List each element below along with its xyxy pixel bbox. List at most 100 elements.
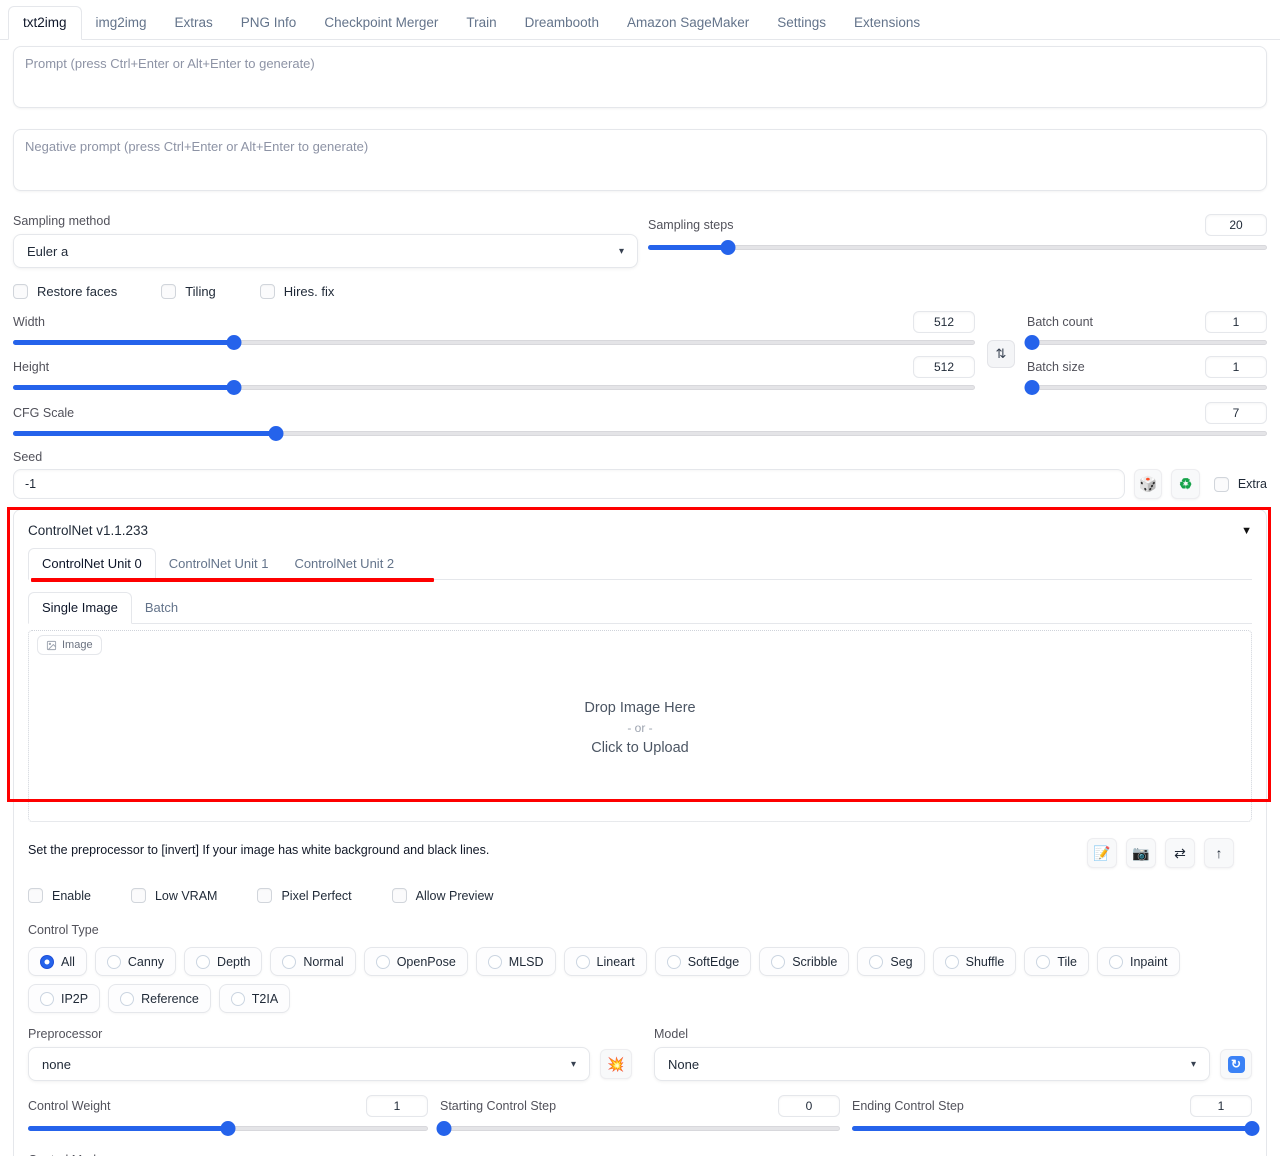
- controlnet-accordion-header[interactable]: ControlNet v1.1.233 ▼: [14, 510, 1266, 548]
- control-weight-slider[interactable]: [28, 1119, 428, 1137]
- webcam-button[interactable]: 📷: [1126, 838, 1156, 868]
- prompt-input[interactable]: [13, 46, 1267, 108]
- radio-icon: [40, 992, 54, 1006]
- batch-size-input[interactable]: 1: [1205, 356, 1267, 378]
- control-type-mlsd[interactable]: MLSD: [476, 947, 556, 976]
- tab-settings[interactable]: Settings: [763, 7, 840, 39]
- tab-checkpoint-merger[interactable]: Checkpoint Merger: [310, 7, 452, 39]
- tab-dreambooth[interactable]: Dreambooth: [511, 7, 613, 39]
- tab-png-info[interactable]: PNG Info: [227, 7, 311, 39]
- radio-icon: [576, 955, 590, 969]
- slider-thumb[interactable]: [1024, 335, 1039, 350]
- hires-fix-checkbox[interactable]: Hires. fix: [260, 284, 335, 299]
- model-select[interactable]: None ▾: [654, 1047, 1210, 1081]
- slider-thumb[interactable]: [1245, 1121, 1260, 1136]
- camera-icon: 📷: [1132, 845, 1149, 862]
- reuse-seed-button[interactable]: ♻: [1171, 469, 1199, 499]
- tab-batch[interactable]: Batch: [132, 593, 191, 623]
- starting-control-step-input[interactable]: 0: [778, 1095, 840, 1117]
- control-type-canny[interactable]: Canny: [95, 947, 176, 976]
- control-type-t2ia[interactable]: T2IA: [219, 984, 290, 1013]
- control-type-reference[interactable]: Reference: [108, 984, 211, 1013]
- control-type-softedge[interactable]: SoftEdge: [655, 947, 751, 976]
- low-vram-checkbox[interactable]: Low VRAM: [131, 888, 218, 903]
- swap-width-height-button[interactable]: ⇅: [987, 340, 1015, 368]
- control-type-seg[interactable]: Seg: [857, 947, 924, 976]
- tab-train[interactable]: Train: [452, 7, 510, 39]
- seed-label: Seed: [13, 450, 1267, 464]
- control-type-scribble[interactable]: Scribble: [759, 947, 849, 976]
- slider-thumb[interactable]: [721, 240, 736, 255]
- slider-thumb[interactable]: [227, 335, 242, 350]
- click-to-upload-text[interactable]: Click to Upload: [584, 738, 695, 760]
- slider-thumb[interactable]: [221, 1121, 236, 1136]
- tab-txt2img[interactable]: txt2img: [8, 6, 82, 40]
- tab-controlnet-unit-1[interactable]: ControlNet Unit 1: [156, 549, 282, 579]
- tab-controlnet-unit-0[interactable]: ControlNet Unit 0: [28, 548, 156, 580]
- ending-control-step-input[interactable]: 1: [1190, 1095, 1252, 1117]
- image-dropzone[interactable]: Image Drop Image Here - or - Click to Up…: [28, 630, 1252, 822]
- control-weight-input[interactable]: 1: [366, 1095, 428, 1117]
- cfg-scale-slider[interactable]: [13, 424, 1267, 442]
- negative-prompt-input[interactable]: [13, 129, 1267, 191]
- canvas-tools: 📝 📷 ⇄ ↑: [1087, 838, 1252, 868]
- batch-count-input[interactable]: 1: [1205, 311, 1267, 333]
- slider-thumb[interactable]: [227, 380, 242, 395]
- width-slider[interactable]: [13, 333, 975, 351]
- control-type-all[interactable]: All: [28, 947, 87, 976]
- tab-img2img[interactable]: img2img: [82, 7, 161, 39]
- radio-icon: [120, 992, 134, 1006]
- control-type-lineart[interactable]: Lineart: [564, 947, 647, 976]
- run-preprocessor-button[interactable]: 💥: [600, 1049, 632, 1079]
- tab-amazon-sagemaker[interactable]: Amazon SageMaker: [613, 7, 763, 39]
- sampling-method-select[interactable]: Euler a ▾: [13, 234, 638, 268]
- option-label: IP2P: [61, 992, 88, 1006]
- tab-controlnet-unit-2[interactable]: ControlNet Unit 2: [281, 549, 407, 579]
- batch-count-slider[interactable]: [1027, 333, 1267, 351]
- control-type-ip2p[interactable]: IP2P: [28, 984, 100, 1013]
- option-label: Lineart: [597, 955, 635, 969]
- batch-size-slider[interactable]: [1027, 378, 1267, 396]
- refresh-models-button[interactable]: ↻: [1220, 1049, 1252, 1079]
- control-type-openpose[interactable]: OpenPose: [364, 947, 468, 976]
- starting-control-step-slider[interactable]: [440, 1119, 840, 1137]
- enable-checkbox[interactable]: Enable: [28, 888, 91, 903]
- explosion-icon: 💥: [607, 1056, 624, 1073]
- slider-thumb[interactable]: [437, 1121, 452, 1136]
- send-dimensions-button[interactable]: ↑: [1204, 838, 1234, 868]
- slider-track: [1027, 340, 1267, 345]
- mirror-webcam-button[interactable]: ⇄: [1165, 838, 1195, 868]
- extra-seed-checkbox[interactable]: Extra: [1214, 477, 1267, 492]
- allow-preview-checkbox[interactable]: Allow Preview: [392, 888, 494, 903]
- random-seed-button[interactable]: 🎲: [1134, 469, 1162, 499]
- swap-arrows-icon: ⇅: [996, 346, 1007, 362]
- accordion-collapse-icon: ▼: [1241, 525, 1252, 537]
- sampling-steps-slider[interactable]: [648, 238, 1267, 256]
- restore-faces-checkbox[interactable]: Restore faces: [13, 284, 117, 299]
- checkbox-icon: [131, 888, 146, 903]
- tab-extensions[interactable]: Extensions: [840, 7, 934, 39]
- preprocessor-select[interactable]: none ▾: [28, 1047, 590, 1081]
- width-input[interactable]: 512: [913, 311, 975, 333]
- control-type-inpaint[interactable]: Inpaint: [1097, 947, 1180, 976]
- chevron-down-icon: ▾: [619, 246, 624, 257]
- sampling-steps-input[interactable]: 20: [1205, 214, 1267, 236]
- height-slider[interactable]: [13, 378, 975, 396]
- control-type-normal[interactable]: Normal: [270, 947, 355, 976]
- control-type-depth[interactable]: Depth: [184, 947, 262, 976]
- control-type-shuffle[interactable]: Shuffle: [933, 947, 1017, 976]
- control-type-tile[interactable]: Tile: [1024, 947, 1089, 976]
- pixel-perfect-checkbox[interactable]: Pixel Perfect: [257, 888, 351, 903]
- tiling-checkbox[interactable]: Tiling: [161, 284, 216, 299]
- seed-input[interactable]: -1: [13, 469, 1125, 499]
- radio-icon: [40, 955, 54, 969]
- radio-icon: [231, 992, 245, 1006]
- tab-extras[interactable]: Extras: [161, 7, 227, 39]
- tab-single-image[interactable]: Single Image: [28, 592, 132, 624]
- new-canvas-button[interactable]: 📝: [1087, 838, 1117, 868]
- height-input[interactable]: 512: [913, 356, 975, 378]
- slider-thumb[interactable]: [1024, 380, 1039, 395]
- cfg-scale-input[interactable]: 7: [1205, 402, 1267, 424]
- slider-thumb[interactable]: [269, 426, 284, 441]
- ending-control-step-slider[interactable]: [852, 1119, 1252, 1137]
